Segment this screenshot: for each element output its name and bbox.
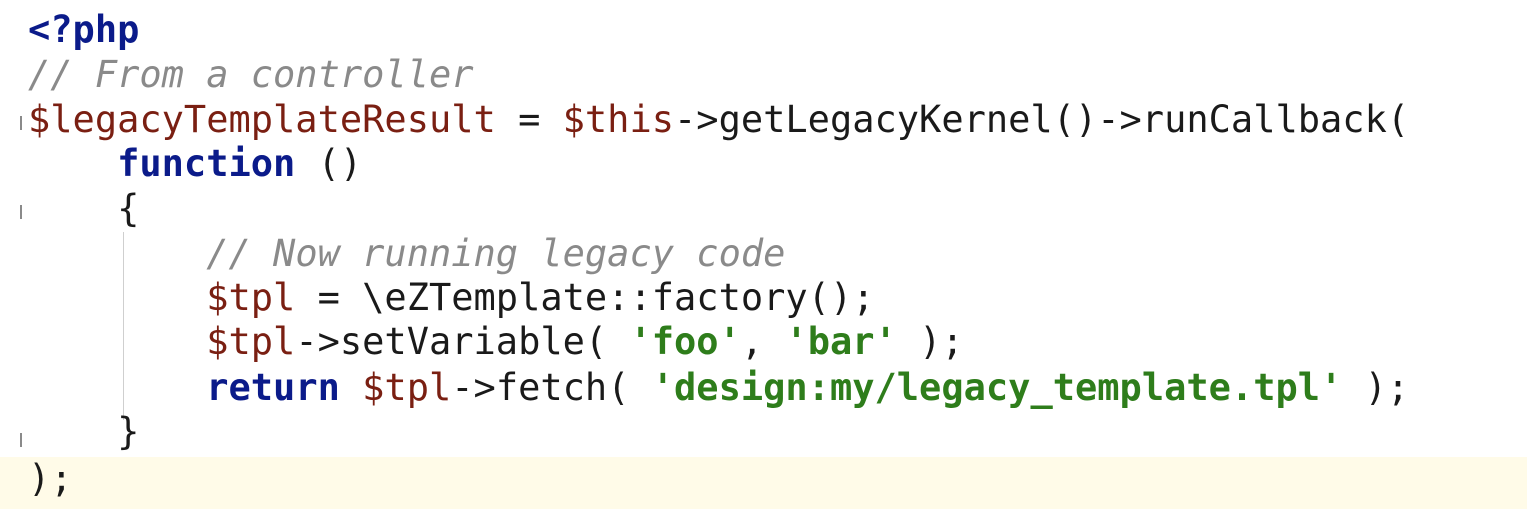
code-token: $tpl	[206, 320, 296, 363]
code-token: ->fetch(	[451, 366, 652, 409]
code-token: =	[495, 98, 563, 141]
code-line-text: );	[28, 457, 73, 501]
code-token: );	[1342, 366, 1410, 409]
code-token: 'design:my/legacy_template.tpl'	[651, 366, 1343, 409]
code-token: // From a controller	[28, 53, 474, 96]
code-token: // Now running legacy code	[206, 232, 786, 275]
code-line-text: $legacyTemplateResult = $this->getLegacy…	[28, 98, 1409, 142]
code-token: <?php	[28, 8, 140, 51]
code-line[interactable]: $legacyTemplateResult = $this->getLegacy…	[0, 98, 1527, 142]
code-token: return	[206, 366, 340, 409]
code-token: );	[896, 320, 964, 363]
code-line-text: function ()	[28, 142, 362, 186]
code-editor[interactable]: <?php// From a controller $legacyTemplate…	[0, 0, 1527, 519]
code-line-text: // From a controller	[28, 53, 474, 97]
code-line[interactable]: // From a controller	[0, 53, 1527, 97]
code-line[interactable]: );	[0, 457, 1527, 509]
code-token: 'foo'	[629, 320, 741, 363]
code-token: ->getLegacyKernel()->runCallback(	[674, 98, 1410, 141]
code-token: $tpl	[206, 276, 296, 319]
code-token: $legacyTemplateResult	[28, 98, 496, 141]
code-line[interactable]: return $tpl->fetch( 'design:my/legacy_te…	[0, 366, 1527, 410]
code-token: $tpl	[362, 366, 452, 409]
code-token: ()	[295, 142, 363, 185]
code-token: ,	[740, 320, 786, 363]
code-token: );	[28, 457, 73, 500]
code-token: function	[117, 142, 296, 185]
code-token: {	[28, 187, 140, 230]
code-token: ->setVariable(	[295, 320, 630, 363]
code-line-text: $tpl = \eZTemplate::factory();	[28, 276, 875, 320]
code-line[interactable]: }	[0, 410, 1527, 454]
code-line[interactable]: {	[0, 187, 1527, 231]
code-line-text: $tpl->setVariable( 'foo', 'bar' );	[28, 320, 964, 364]
code-line[interactable]: function ()	[0, 142, 1527, 186]
code-line-text: <?php	[28, 8, 139, 52]
code-line-text: return $tpl->fetch( 'design:my/legacy_te…	[28, 366, 1409, 410]
code-token: 'bar'	[785, 320, 897, 363]
code-line[interactable]: $tpl = \eZTemplate::factory();	[0, 276, 1527, 320]
code-token: = \eZTemplate::factory();	[295, 276, 875, 319]
code-token: }	[28, 410, 140, 453]
code-line[interactable]: <?php	[0, 8, 1527, 52]
code-line[interactable]: $tpl->setVariable( 'foo', 'bar' );	[0, 320, 1527, 364]
code-token: $this	[562, 98, 675, 141]
code-line-text: }	[28, 410, 139, 454]
code-line-text: {	[28, 187, 139, 231]
code-line-text: // Now running legacy code	[28, 232, 785, 276]
code-line[interactable]: // Now running legacy code	[0, 232, 1527, 276]
